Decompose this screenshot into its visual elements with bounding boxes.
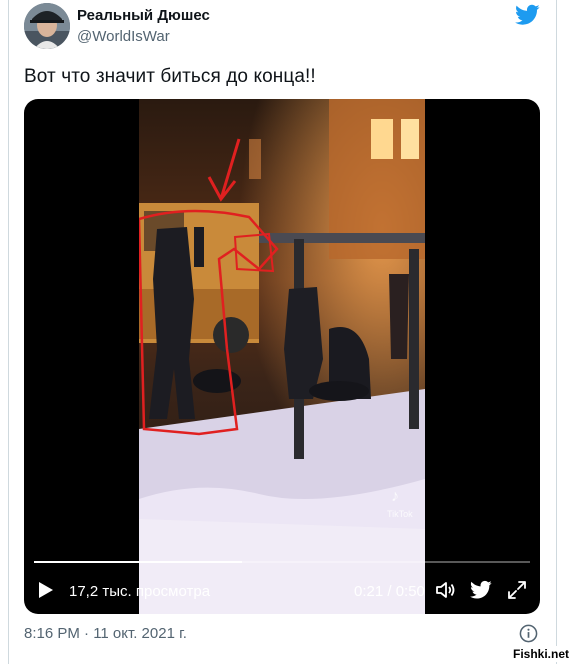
progress-bar[interactable] (34, 561, 530, 563)
expand-icon[interactable] (506, 579, 528, 601)
video-player[interactable]: ♪ TikTok 17,2 тыс. просмотра 0:21 / 0:50 (24, 99, 540, 614)
video-time: 0:21 / 0:50 (354, 583, 425, 600)
author-handle[interactable]: @WorldIsWar (77, 28, 170, 45)
twitter-bird-icon[interactable] (515, 4, 540, 26)
avatar[interactable] (24, 3, 70, 49)
tiktok-watermark: TikTok (387, 509, 413, 519)
progress-fill (34, 561, 243, 563)
volume-icon[interactable] (434, 579, 456, 601)
video-controls: 17,2 тыс. просмотра 0:21 / 0:50 (24, 575, 540, 605)
avatar-image (24, 3, 70, 49)
site-watermark: Fishki.net (510, 646, 569, 662)
info-icon[interactable] (519, 624, 538, 643)
video-frame[interactable]: ♪ TikTok (139, 99, 425, 614)
tiktok-logo-icon: ♪ (391, 488, 399, 505)
video-still-image: ♪ TikTok (139, 99, 425, 614)
tweet-timestamp[interactable]: 8:16 PM · 11 окт. 2021 г. (24, 625, 187, 642)
author-display-name[interactable]: Реальный Дюшес (77, 7, 210, 24)
play-icon[interactable] (38, 581, 54, 599)
twitter-bird-icon[interactable] (470, 579, 492, 601)
tweet-text: Вот что значит биться до конца!! (24, 66, 316, 87)
view-count: 17,2 тыс. просмотра (69, 583, 211, 600)
